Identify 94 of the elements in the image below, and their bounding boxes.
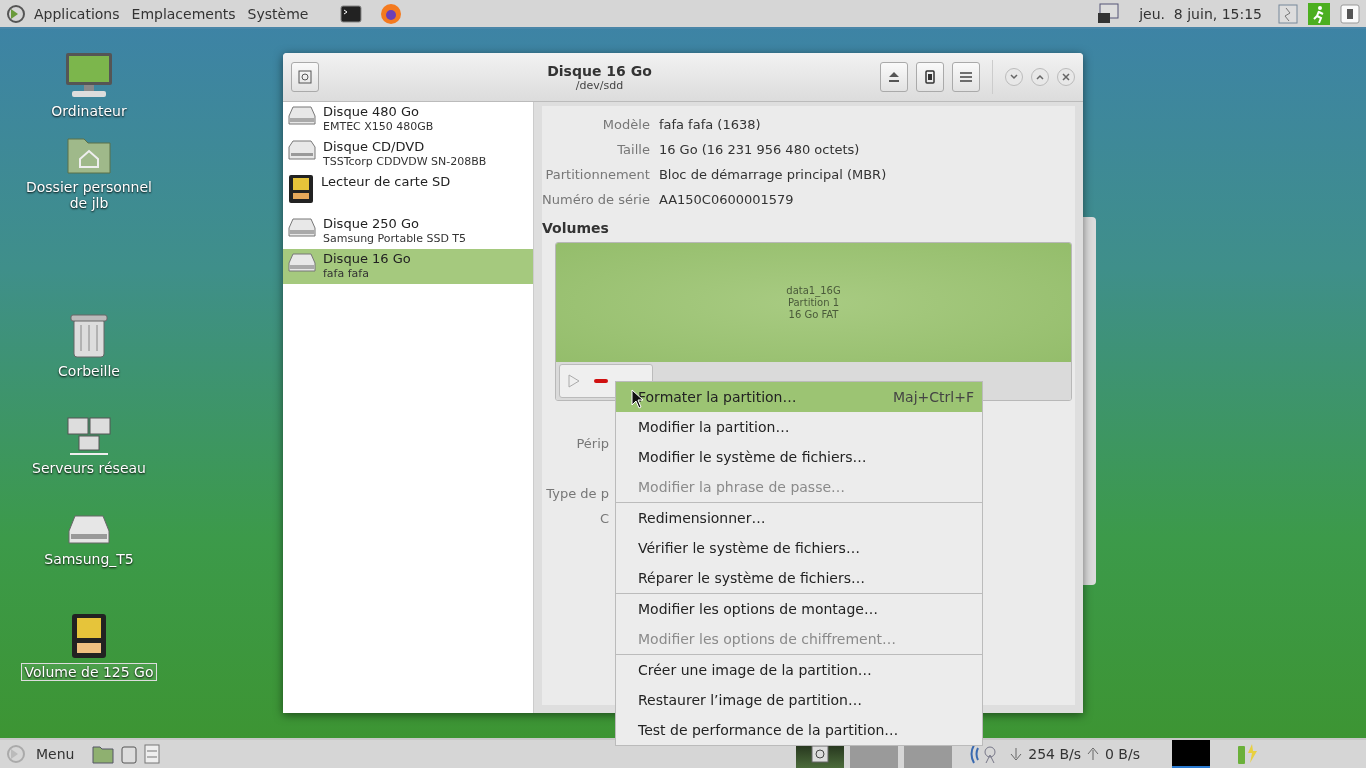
detail-label: Périp bbox=[576, 436, 609, 451]
menu-button[interactable] bbox=[952, 62, 980, 92]
menu-item[interactable]: Modifier le système de fichiers… bbox=[616, 442, 982, 472]
drive-list-item[interactable]: Disque 16 Go fafa fafa bbox=[283, 249, 533, 284]
play-icon[interactable] bbox=[568, 374, 580, 388]
hard-drive-icon bbox=[67, 513, 111, 547]
terminal-icon[interactable] bbox=[340, 4, 363, 23]
exit-icon[interactable] bbox=[1308, 2, 1330, 25]
browser-icon[interactable] bbox=[380, 2, 403, 25]
desktop-icon-label[interactable]: Serveurs réseau bbox=[30, 460, 148, 476]
trash-icon[interactable] bbox=[120, 744, 139, 764]
mint-logo-icon[interactable] bbox=[6, 744, 26, 764]
panel-menu[interactable]: Applications bbox=[30, 5, 124, 22]
drive-name: Disque 250 Go bbox=[323, 216, 420, 232]
chevron-down-icon bbox=[1010, 74, 1018, 80]
window-subtitle: /dev/sdd bbox=[575, 78, 624, 92]
computer-icon bbox=[64, 51, 114, 99]
partition-block[interactable]: data1_16G Partition 1 16 Go FAT bbox=[556, 243, 1071, 362]
battery-icon[interactable] bbox=[1236, 743, 1260, 765]
sd-card-icon bbox=[70, 613, 108, 659]
menu-item[interactable]: Réparer le système de fichiers… bbox=[616, 563, 982, 593]
detail-label: C bbox=[599, 511, 609, 526]
maximize-button[interactable] bbox=[1031, 68, 1049, 86]
power-off-button[interactable] bbox=[916, 62, 944, 92]
drive-list-item[interactable]: Disque CD/DVD TSSTcorp CDDVDW SN-208BB bbox=[283, 137, 533, 172]
drive-model: EMTEC X150 480GB bbox=[323, 120, 434, 133]
eject-icon bbox=[887, 71, 901, 83]
window-title: Disque 16 Go bbox=[547, 62, 652, 79]
menu-item[interactable]: Créer une image de la partition… bbox=[616, 654, 982, 685]
drive-model: fafa fafa bbox=[323, 267, 370, 280]
drive-name: Disque 16 Go bbox=[323, 251, 411, 267]
minus-icon[interactable] bbox=[594, 379, 608, 383]
drive-list-item[interactable]: Lecteur de carte SD bbox=[283, 172, 533, 214]
desktop-icon-label[interactable]: Dossier personnel de jlb bbox=[14, 179, 164, 211]
menu-icon bbox=[959, 71, 973, 83]
volumes-heading: Volumes bbox=[542, 220, 610, 236]
detail-label: Partitionnement bbox=[544, 167, 650, 182]
upload-speed: 0 B/s bbox=[1105, 746, 1140, 762]
disk-image-icon bbox=[811, 745, 830, 763]
desktop-icon-label[interactable]: Ordinateur bbox=[49, 103, 129, 119]
drive-name: Disque 480 Go bbox=[323, 104, 420, 120]
folder-icon[interactable] bbox=[92, 744, 115, 764]
mint-logo-icon bbox=[6, 3, 26, 24]
cabinet-icon[interactable] bbox=[144, 744, 161, 764]
drive-model: Samsung Portable SSD T5 bbox=[323, 232, 467, 245]
minimize-button[interactable] bbox=[1005, 68, 1023, 86]
menu-item[interactable]: Formater la partition… Maj+Ctrl+F bbox=[616, 382, 982, 412]
drive-name: Lecteur de carte SD bbox=[321, 174, 451, 190]
desktop-icon-label[interactable]: Samsung_T5 bbox=[42, 551, 136, 567]
trash-icon bbox=[69, 311, 109, 359]
switch-icon[interactable] bbox=[1340, 3, 1360, 24]
detail-value: fafa fafa (1638) bbox=[658, 117, 762, 132]
close-icon bbox=[1062, 73, 1070, 81]
optical-drive-icon bbox=[287, 139, 317, 163]
download-speed: 254 B/s bbox=[1028, 746, 1081, 762]
network-servers-icon bbox=[66, 414, 112, 456]
menu-item[interactable]: Modifier la partition… bbox=[616, 412, 982, 442]
drive-list-item[interactable]: Disque 480 Go EMTEC X150 480GB bbox=[283, 102, 533, 137]
sd-card-icon bbox=[287, 174, 315, 204]
disk-image-icon bbox=[298, 70, 312, 84]
close-button[interactable] bbox=[1057, 68, 1075, 86]
menu-item[interactable]: Redimensionner… bbox=[616, 502, 982, 533]
detail-label: Numéro de série bbox=[542, 192, 650, 207]
menu-item[interactable]: Restaurer l’image de partition… bbox=[616, 685, 982, 715]
detail-label: Modèle bbox=[601, 117, 650, 132]
detail-value: Bloc de démarrage principal (MBR) bbox=[658, 167, 888, 182]
panel-menu[interactable]: Système bbox=[243, 5, 313, 22]
disk-image-button[interactable] bbox=[291, 62, 319, 92]
download-icon bbox=[1010, 746, 1023, 762]
desktop-icon-label[interactable]: Corbeille bbox=[56, 363, 122, 379]
hard-drive-icon bbox=[287, 216, 317, 240]
menu-item[interactable]: Vérifier le système de fichiers… bbox=[616, 533, 982, 563]
hard-drive-icon bbox=[287, 104, 317, 128]
drive-model: TSSTcorp CDDVDW SN-208BB bbox=[323, 155, 487, 168]
eject-button[interactable] bbox=[880, 62, 908, 92]
menu-item[interactable]: Modifier les options de montage… bbox=[616, 593, 982, 624]
screenshot-icon[interactable] bbox=[1097, 2, 1120, 25]
upload-icon bbox=[1087, 746, 1099, 762]
drive-icon bbox=[925, 70, 935, 84]
system-monitor-graph[interactable] bbox=[1172, 740, 1210, 768]
panel-menu[interactable]: Emplacements bbox=[127, 5, 240, 22]
drive-name: Disque CD/DVD bbox=[323, 139, 426, 155]
detail-label: Taille bbox=[616, 142, 650, 157]
detail-value: 16 Go (16 231 956 480 octets) bbox=[658, 142, 861, 157]
clock[interactable]: jeu. 8 juin, 15:15 bbox=[1135, 5, 1266, 22]
menu-label[interactable]: Menu bbox=[32, 746, 79, 762]
drive-list-item[interactable]: Disque 250 Go Samsung Portable SSD T5 bbox=[283, 214, 533, 249]
hard-drive-icon bbox=[287, 251, 317, 275]
menu-item[interactable]: Test de performance de la partition… bbox=[616, 715, 982, 745]
shortcut: Maj+Ctrl+F bbox=[893, 389, 974, 405]
window-icon[interactable] bbox=[1278, 3, 1298, 24]
chevron-up-icon bbox=[1036, 74, 1044, 80]
detail-label: Type de p bbox=[546, 486, 609, 501]
detail-value: AA150C0600001579 bbox=[658, 192, 795, 207]
